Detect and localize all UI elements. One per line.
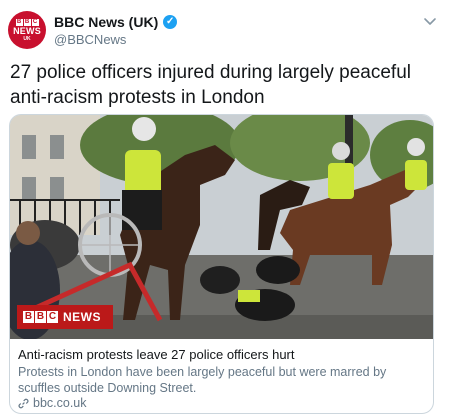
avatar-bbc-blocks: B B C — [15, 18, 39, 26]
chevron-down-icon[interactable] — [423, 14, 437, 28]
card-domain[interactable]: bbc.co.uk — [18, 396, 87, 410]
link-icon — [18, 398, 29, 408]
verified-badge-icon: ✓ — [163, 15, 178, 29]
tweet: B B C NEWS UK BBC News (UK) ✓ @BBCNews 2… — [0, 0, 449, 419]
link-card[interactable]: B B C NEWS Anti-racism protests leave 27… — [9, 114, 434, 414]
card-description: Protests in London have been largely pea… — [18, 365, 387, 395]
bbc-news-logo: B B C NEWS — [17, 305, 113, 329]
account-name-row: BBC News (UK) ✓ — [54, 14, 178, 30]
card-title[interactable]: Anti-racism protests leave 27 police off… — [18, 347, 428, 363]
card-image[interactable]: B B C NEWS — [10, 115, 433, 339]
tweet-text: 27 police officers injured during largel… — [10, 62, 412, 108]
bbc-logo-news: NEWS — [63, 310, 101, 324]
avatar-news-text: NEWS — [13, 25, 41, 36]
account-handle[interactable]: @BBCNews — [54, 32, 126, 47]
avatar-region-text: UK — [23, 35, 31, 42]
card-domain-text: bbc.co.uk — [33, 396, 87, 410]
bbc-logo-blocks: B B C — [23, 311, 58, 323]
avatar[interactable]: B B C NEWS UK — [8, 11, 46, 49]
display-name[interactable]: BBC News (UK) — [54, 14, 158, 30]
